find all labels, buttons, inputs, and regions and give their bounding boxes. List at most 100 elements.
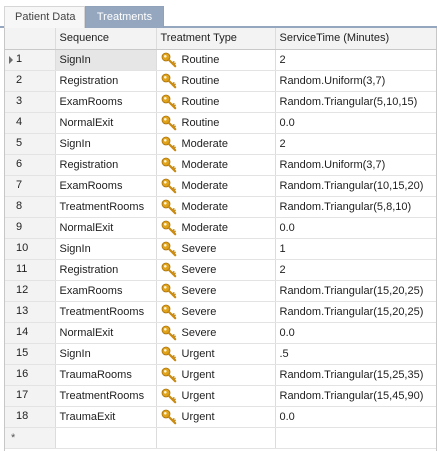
row-header[interactable]: 8	[5, 196, 56, 218]
table-row[interactable]: 17 TreatmentRooms Urgent Random.Triangular(…	[5, 385, 436, 407]
service-time-cell[interactable]: Random.Triangular(5,8,10)	[275, 196, 436, 218]
row-header[interactable]: 18	[5, 406, 56, 428]
sequence-cell[interactable]: SignIn	[55, 238, 157, 260]
row-header[interactable]: 11	[5, 259, 56, 281]
table-row[interactable]: 1 SignIn Routine 2	[5, 49, 436, 71]
treatment-type-cell[interactable]: Routine	[156, 112, 276, 134]
table-row[interactable]: 12 ExamRooms Severe Random.Triangular(15,20…	[5, 280, 436, 302]
treatment-type-cell[interactable]: Urgent	[156, 406, 276, 428]
table-row[interactable]: 7 ExamRooms Moderate Random.Triangular(10,1…	[5, 175, 436, 197]
service-time-cell[interactable]: Random.Triangular(5,10,15)	[275, 91, 436, 113]
treatment-type-cell[interactable]: Routine	[156, 70, 276, 92]
service-time-cell[interactable]: 1	[275, 238, 436, 260]
sequence-cell[interactable]: SignIn	[55, 343, 157, 365]
treatment-type-cell[interactable]: Severe	[156, 280, 276, 302]
table-row[interactable]: 2 Registration Routine Random.Uniform(3,7)	[5, 70, 436, 92]
service-time-cell[interactable]: 2	[275, 259, 436, 281]
table-row[interactable]: 15 SignIn Urgent .5	[5, 343, 436, 365]
column-header-treatment-type[interactable]: Treatment Type	[156, 28, 276, 50]
row-header[interactable]: 17	[5, 385, 56, 407]
service-time-cell[interactable]: Random.Uniform(3,7)	[275, 154, 436, 176]
row-header[interactable]: 7	[5, 175, 56, 197]
table-row[interactable]: 3 ExamRooms Routine Random.Triangular(5,10,…	[5, 91, 436, 113]
sequence-cell[interactable]: SignIn	[55, 49, 157, 71]
row-header[interactable]: 4	[5, 112, 56, 134]
sequence-cell[interactable]: ExamRooms	[55, 280, 157, 302]
column-header-service-time[interactable]: ServiceTime (Minutes)	[275, 28, 436, 50]
service-time-cell[interactable]: 0.0	[275, 322, 436, 344]
treatment-type-cell[interactable]: Severe	[156, 259, 276, 281]
treatment-type-cell[interactable]: Moderate	[156, 133, 276, 155]
row-header[interactable]: 14	[5, 322, 56, 344]
treatment-type-cell[interactable]: Urgent	[156, 385, 276, 407]
table-row[interactable]: 8 TreatmentRooms Moderate Random.Triangular…	[5, 196, 436, 218]
row-header[interactable]: 12	[5, 280, 56, 302]
service-time-cell[interactable]: 0.0	[275, 217, 436, 239]
column-header-sequence[interactable]: Sequence	[55, 28, 157, 50]
row-header[interactable]: 13	[5, 301, 56, 323]
sequence-cell[interactable]: TreatmentRooms	[55, 385, 157, 407]
row-header[interactable]: 2	[5, 70, 56, 92]
service-time-cell[interactable]: Random.Triangular(15,20,25)	[275, 301, 436, 323]
table-row[interactable]: 11 Registration Severe 2	[5, 259, 436, 281]
tab-patient-data[interactable]: Patient Data	[4, 6, 85, 28]
sequence-cell[interactable]: NormalExit	[55, 322, 157, 344]
treatment-type-cell[interactable]: Moderate	[156, 217, 276, 239]
sequence-cell[interactable]: ExamRooms	[55, 175, 157, 197]
sequence-cell[interactable]: Registration	[55, 259, 157, 281]
sequence-cell[interactable]: SignIn	[55, 133, 157, 155]
row-header[interactable]: 3	[5, 91, 56, 113]
treatment-type-cell[interactable]: Moderate	[156, 175, 276, 197]
treatment-type-cell[interactable]: Routine	[156, 91, 276, 113]
table-row[interactable]: 10 SignIn Severe 1	[5, 238, 436, 260]
sequence-cell[interactable]: ExamRooms	[55, 91, 157, 113]
treatment-type-cell[interactable]: Routine	[156, 49, 276, 71]
service-time-cell[interactable]: Random.Triangular(10,15,20)	[275, 175, 436, 197]
table-row[interactable]: 16 TraumaRooms Urgent Random.Triangular(15,…	[5, 364, 436, 386]
treatment-type-cell[interactable]: Severe	[156, 322, 276, 344]
sequence-cell[interactable]: NormalExit	[55, 217, 157, 239]
treatment-type-cell[interactable]: Moderate	[156, 154, 276, 176]
new-row[interactable]: *	[5, 427, 436, 449]
sequence-cell[interactable]: TreatmentRooms	[55, 196, 157, 218]
row-indicator-header[interactable]	[5, 28, 56, 50]
row-header[interactable]: 16	[5, 364, 56, 386]
table-row[interactable]: 18 TraumaExit Urgent 0.0	[5, 406, 436, 428]
new-row-indicator[interactable]: *	[5, 427, 56, 449]
treatment-type-cell[interactable]	[156, 427, 276, 449]
sequence-cell[interactable]: Registration	[55, 154, 157, 176]
treatment-type-cell[interactable]: Urgent	[156, 343, 276, 365]
service-time-cell[interactable]: 0.0	[275, 406, 436, 428]
treatment-type-cell[interactable]: Urgent	[156, 364, 276, 386]
row-header[interactable]: 9	[5, 217, 56, 239]
sequence-cell[interactable]: TraumaExit	[55, 406, 157, 428]
row-header[interactable]: 5	[5, 133, 56, 155]
sequence-cell[interactable]: NormalExit	[55, 112, 157, 134]
service-time-cell[interactable]: Random.Triangular(15,45,90)	[275, 385, 436, 407]
service-time-cell[interactable]	[275, 427, 436, 449]
service-time-cell[interactable]: Random.Triangular(15,25,35)	[275, 364, 436, 386]
row-header[interactable]: 1	[5, 49, 56, 71]
sequence-cell[interactable]: Registration	[55, 70, 157, 92]
row-header[interactable]: 15	[5, 343, 56, 365]
table-row[interactable]: 14 NormalExit Severe 0.0	[5, 322, 436, 344]
table-row[interactable]: 5 SignIn Moderate 2	[5, 133, 436, 155]
sequence-cell[interactable]: TraumaRooms	[55, 364, 157, 386]
row-header[interactable]: 10	[5, 238, 56, 260]
sequence-cell[interactable]: TreatmentRooms	[55, 301, 157, 323]
service-time-cell[interactable]: 0.0	[275, 112, 436, 134]
table-row[interactable]: 13 TreatmentRooms Severe Random.Triangular(…	[5, 301, 436, 323]
service-time-cell[interactable]: Random.Triangular(15,20,25)	[275, 280, 436, 302]
table-row[interactable]: 6 Registration Moderate Random.Uniform(3,7)	[5, 154, 436, 176]
treatment-type-cell[interactable]: Severe	[156, 238, 276, 260]
sequence-cell[interactable]	[55, 427, 157, 449]
service-time-cell[interactable]: Random.Uniform(3,7)	[275, 70, 436, 92]
treatment-type-cell[interactable]: Moderate	[156, 196, 276, 218]
tab-treatments[interactable]: Treatments	[85, 6, 164, 28]
service-time-cell[interactable]: .5	[275, 343, 436, 365]
table-row[interactable]: 4 NormalExit Routine 0.0	[5, 112, 436, 134]
table-row[interactable]: 9 NormalExit Moderate 0.0	[5, 217, 436, 239]
service-time-cell[interactable]: 2	[275, 133, 436, 155]
row-header[interactable]: 6	[5, 154, 56, 176]
service-time-cell[interactable]: 2	[275, 49, 436, 71]
